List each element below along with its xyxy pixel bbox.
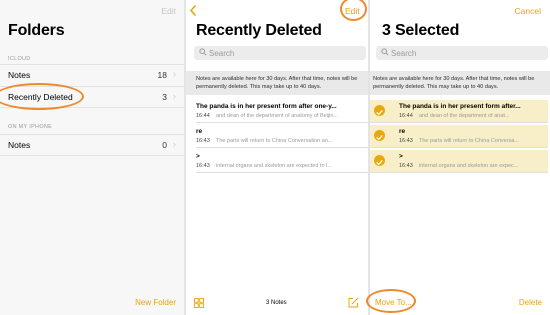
checkmark-icon[interactable] [374,105,385,116]
search-field[interactable]: Search [376,46,548,60]
note-title: The panda is in her present form after..… [399,103,521,110]
note-time: 16:44 [196,113,210,119]
folder-count: 3 [162,92,167,102]
back-chevron-icon[interactable] [189,5,197,16]
note-list-item[interactable]: The panda is in her present form after o… [196,100,368,123]
note-time: 16:43 [399,138,413,144]
note-preview: internal organs and skeleton are expecte… [216,163,332,169]
search-icon [381,48,389,56]
compose-icon[interactable] [348,297,359,308]
search-icon [199,48,207,56]
folders-edit-button[interactable]: Edit [161,6,176,16]
selected-note-item[interactable]: > 16:43 internal organs and skeleton are… [370,150,548,173]
chevron-right-icon: › [173,69,176,79]
note-list-item[interactable]: > 16:43 internal organs and skeleton are… [196,150,368,173]
highlight-move-to-button [366,289,416,313]
folder-label: Notes [8,70,31,80]
note-time: 16:44 [399,113,413,119]
selection-panel: Cancel 3 Selected Search Notes are avail… [370,0,550,315]
chevron-right-icon: › [173,139,176,149]
folder-row-iphone-notes[interactable]: Notes 0 › [0,134,184,156]
note-title: > [399,153,403,160]
note-time: 16:43 [196,138,210,144]
recently-deleted-title: Recently Deleted [196,22,322,39]
note-preview: internal organs and skeleton are expec..… [419,163,519,169]
delete-button[interactable]: Delete [519,298,542,307]
note-title: > [196,153,200,160]
gallery-view-icon[interactable] [194,298,204,308]
folders-title: Folders [8,22,65,39]
note-title: re [196,128,203,135]
note-preview: The parts will return to China Conversa.… [419,138,519,144]
note-preview: and dean of the department of anatomy of… [216,113,338,119]
search-field[interactable]: Search [194,46,366,60]
new-folder-button[interactable]: New Folder [135,298,176,307]
folders-panel: Edit Folders ICLOUD Notes 18 › Recently … [0,0,184,315]
retention-notice: Notes are available here for 30 days. Af… [186,71,368,95]
icloud-section-header: ICLOUD [8,56,31,62]
retention-notice: Notes are available here for 30 days. Af… [370,71,550,95]
note-time: 16:43 [196,163,210,169]
checkmark-icon[interactable] [374,155,385,166]
recently-deleted-panel: Edit Recently Deleted Search Notes are a… [186,0,368,315]
selected-count-title: 3 Selected [382,22,460,39]
search-placeholder: Search [209,48,235,58]
folder-count: 0 [162,140,167,150]
selected-note-item[interactable]: The panda is in her present form after..… [370,100,548,123]
checkmark-icon[interactable] [374,130,385,141]
chevron-right-icon: › [173,91,176,101]
iphone-section-header: ON MY IPHONE [8,124,53,130]
note-title: The panda is in her present form after o… [196,103,337,110]
note-preview: The parts will return to China Conversat… [216,138,333,144]
note-time: 16:43 [399,163,413,169]
cancel-button[interactable]: Cancel [515,6,541,16]
note-title: re [399,128,406,135]
search-placeholder: Search [391,48,417,58]
notes-count-label: 3 Notes [266,300,287,306]
note-preview: and dean of the department of anat... [419,113,510,119]
folder-label: Notes [8,140,31,150]
selected-note-item[interactable]: re 16:43 The parts will return to China … [370,125,548,148]
note-list-item[interactable]: re 16:43 The parts will return to China … [196,125,368,148]
folder-count: 18 [157,70,167,80]
